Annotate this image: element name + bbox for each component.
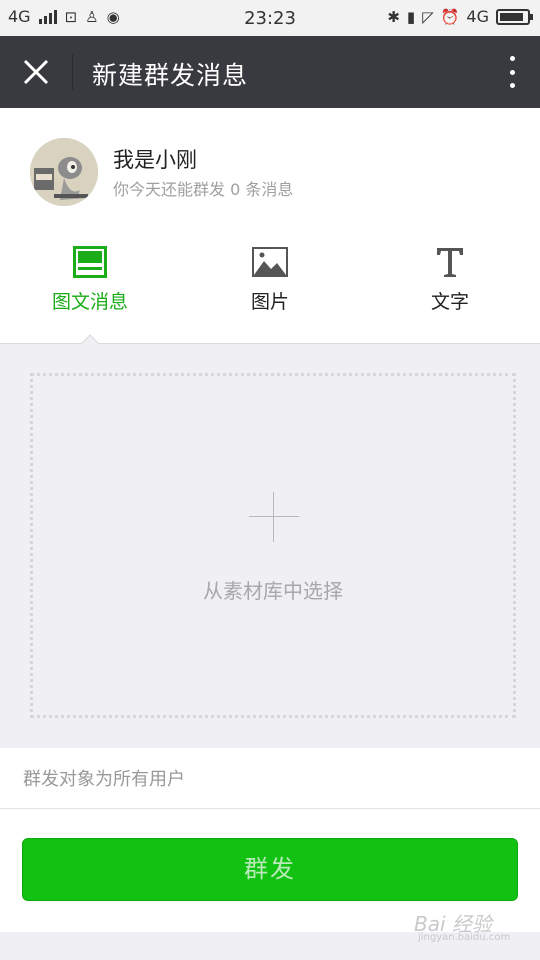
account-panel: 我是小刚 你今天还能群发 0 条消息 图文消息 图片 文字 [0, 108, 540, 346]
news-icon [73, 246, 107, 278]
more-dot-icon [509, 56, 515, 61]
baidu-watermark: Bai 经验 jingyan.baidu.com [414, 902, 524, 948]
audience-text: 群发对象为所有用户 [23, 769, 185, 790]
title-divider [72, 54, 73, 90]
mute-icon: ◸ [422, 7, 434, 26]
tab-label: 文字 [430, 291, 469, 313]
close-icon [23, 59, 49, 85]
tab-label: 图文消息 [51, 291, 128, 313]
image-icon [252, 247, 288, 277]
page-title: 新建群发消息 [92, 61, 249, 90]
bluetooth-icon: ✱ [387, 7, 400, 26]
send-button[interactable]: 群发 [22, 838, 518, 901]
more-menu-button[interactable] [504, 56, 520, 88]
network-type-right: 4G [466, 7, 489, 26]
status-bar: 4G ⊡ ♙ ◉ 23:23 ✱ ▮ ◸ ⏰ 4G [0, 0, 540, 36]
battery-icon [496, 8, 533, 25]
select-from-library-dropzone[interactable]: 从素材库中选择 [30, 373, 516, 718]
status-right: ✱ ▮ ◸ ⏰ 4G [387, 7, 533, 26]
tab-label: 图片 [250, 291, 289, 313]
account-name: 我是小刚 [113, 148, 197, 172]
vibrate-icon: ▮ [406, 7, 416, 26]
avatar [30, 138, 98, 206]
title-bar: 新建群发消息 [0, 36, 540, 108]
audience-row[interactable]: 群发对象为所有用户 [0, 748, 540, 809]
watermark-sub: jingyan.baidu.com [418, 932, 511, 943]
select-from-library-label: 从素材库中选择 [203, 579, 343, 603]
more-dot-icon [509, 69, 515, 75]
tab-image[interactable]: 图片 [180, 242, 360, 322]
content-area: 从素材库中选择 [0, 344, 540, 748]
close-button[interactable] [18, 54, 54, 90]
plus-icon [249, 492, 299, 542]
tab-text[interactable]: 文字 [360, 242, 540, 322]
send-quota-text: 你今天还能群发 0 条消息 [113, 180, 294, 199]
tab-news[interactable]: 图文消息 [0, 242, 180, 322]
more-dot-icon [509, 83, 515, 88]
avatar-image [30, 138, 98, 206]
battery-fill [500, 12, 523, 21]
alarm-icon: ⏰ [440, 7, 460, 26]
text-icon [437, 248, 463, 277]
